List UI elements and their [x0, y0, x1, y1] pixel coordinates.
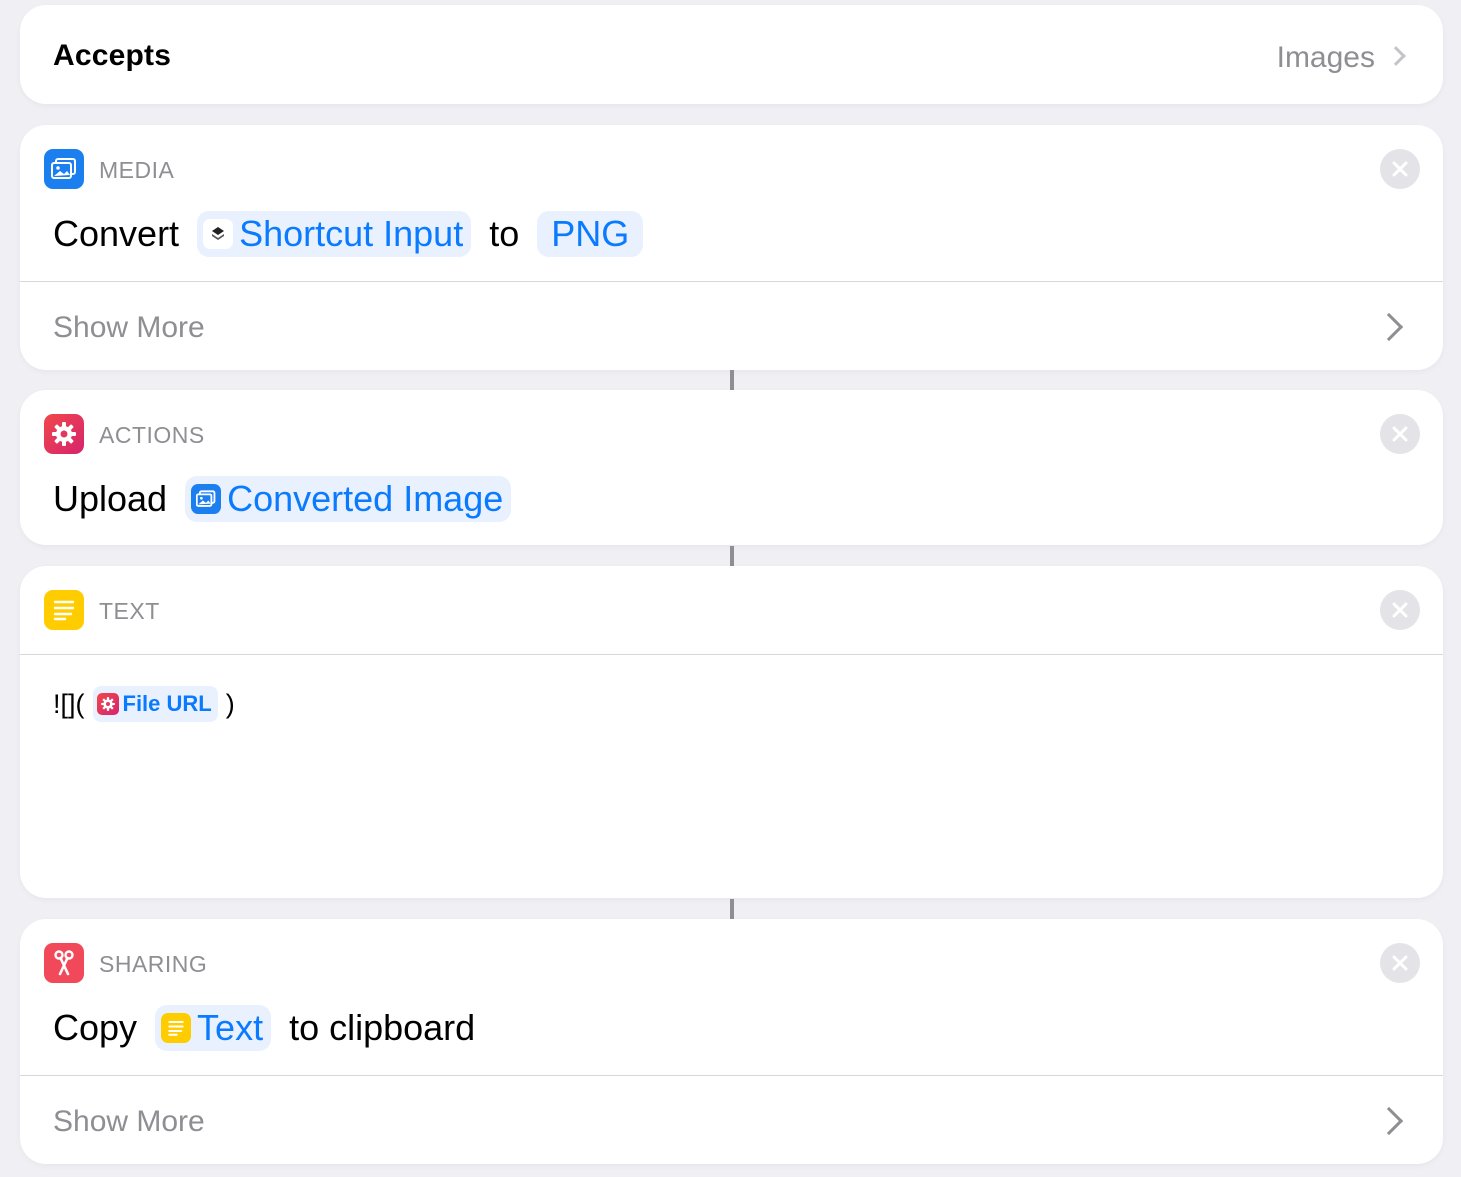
flow-connector: [730, 546, 734, 566]
photo-icon: [44, 149, 84, 189]
category-label: MEDIA: [99, 157, 175, 183]
action-sentence: Upload Converted Image: [53, 476, 529, 522]
action-verb: Copy: [53, 1007, 138, 1048]
close-icon: [1392, 955, 1408, 971]
text-token[interactable]: Text: [155, 1005, 272, 1051]
action-verb: Upload: [53, 478, 168, 519]
copy-to-clipboard-action-card[interactable]: SHARING Copy Text to clipboard Show More: [20, 919, 1443, 1164]
upload-action-card[interactable]: ACTIONS Upload Converted Image: [20, 390, 1443, 545]
format-token[interactable]: PNG: [537, 211, 644, 257]
token-label: Converted Image: [227, 478, 504, 519]
scissors-icon: [44, 943, 84, 983]
converted-image-token[interactable]: Converted Image: [185, 476, 512, 522]
connector-word: to: [489, 213, 520, 254]
remove-action-button[interactable]: [1380, 149, 1420, 189]
token-label: Text: [197, 1007, 264, 1048]
action-suffix: to clipboard: [289, 1007, 476, 1048]
text-editor[interactable]: ![]( File URL): [53, 686, 235, 722]
close-icon: [1392, 602, 1408, 618]
token-label: Shortcut Input: [239, 213, 464, 254]
remove-action-button[interactable]: [1380, 590, 1420, 630]
token-label: PNG: [551, 213, 630, 254]
chevron-right-icon: [1386, 46, 1406, 66]
gear-icon: [96, 693, 119, 715]
accepts-row[interactable]: Accepts Images: [20, 5, 1443, 104]
chevron-right-icon: [1374, 1106, 1404, 1136]
close-icon: [1392, 426, 1408, 442]
action-verb: Convert: [53, 213, 180, 254]
flow-connector: [730, 899, 734, 919]
shortcut-input-token[interactable]: Shortcut Input: [197, 211, 472, 257]
accepts-label: Accepts: [53, 39, 172, 72]
text-lines-icon: [161, 1013, 192, 1043]
category-label: ACTIONS: [99, 422, 205, 448]
convert-action-card[interactable]: MEDIA Convert Shortcut Input to PNG Show…: [20, 125, 1443, 370]
accepts-value[interactable]: Images: [1277, 41, 1375, 75]
chevron-right-icon: [1374, 312, 1404, 342]
flow-connector: [730, 370, 734, 390]
divider: [20, 281, 1443, 282]
remove-action-button[interactable]: [1380, 943, 1420, 983]
remove-action-button[interactable]: [1380, 414, 1420, 454]
shortcuts-icon: [203, 219, 234, 249]
action-sentence: Convert Shortcut Input to PNG: [53, 211, 661, 257]
photo-icon: [191, 484, 222, 514]
show-more-button[interactable]: Show More: [53, 311, 205, 345]
divider: [20, 1075, 1443, 1076]
action-sentence: Copy Text to clipboard: [53, 1005, 493, 1051]
divider: [20, 654, 1443, 655]
text-prefix: ![](: [53, 688, 85, 719]
category-label: TEXT: [99, 598, 160, 624]
show-more-button[interactable]: Show More: [53, 1105, 205, 1139]
text-suffix: ): [225, 688, 235, 719]
file-url-token[interactable]: File URL: [92, 686, 218, 722]
text-lines-icon: [44, 590, 84, 630]
close-icon: [1392, 161, 1408, 177]
token-label: File URL: [122, 691, 212, 716]
category-label: SHARING: [99, 951, 208, 977]
text-action-card[interactable]: TEXT ![](File URL): [20, 566, 1443, 898]
gear-icon: [44, 414, 84, 454]
